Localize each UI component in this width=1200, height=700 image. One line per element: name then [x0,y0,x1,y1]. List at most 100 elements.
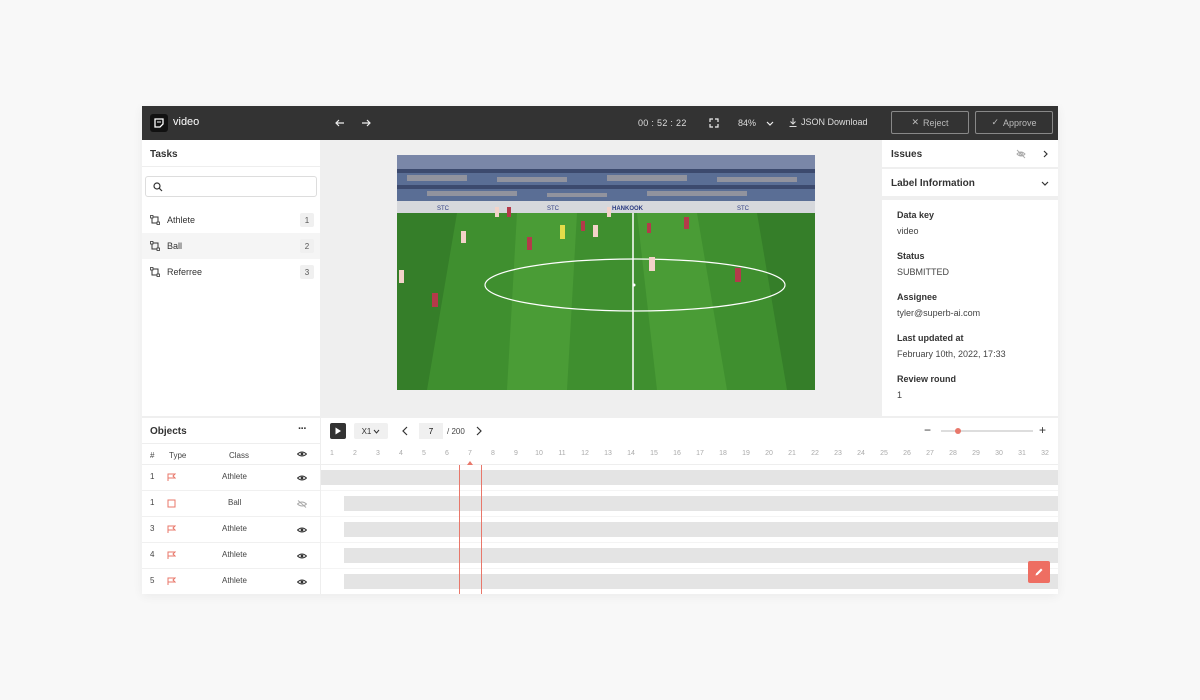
eye-icon[interactable] [297,578,307,586]
prev-arrow-icon[interactable] [333,116,347,130]
object-row[interactable]: 1 Ball [142,491,320,517]
issues-title: Issues [891,149,923,160]
label-info-header[interactable]: Label Information [882,169,1058,196]
frame-tick: 29 [972,450,980,457]
object-track[interactable] [321,569,1058,594]
task-search[interactable] [145,176,317,197]
video-frame[interactable]: STC STC HANKOOK STC [397,155,815,390]
chevron-right-icon[interactable] [1040,149,1050,159]
right-panel: Issues Label Information Data key video … [882,140,1058,416]
col-type[interactable]: Type [169,451,186,460]
time-display: 00 : 52 : 22 [638,118,687,128]
object-track[interactable] [321,543,1058,569]
objects-columns: # Type Class [142,444,320,465]
object-row[interactable]: 5 Athlete [142,569,320,594]
download-icon [789,117,797,127]
search-input[interactable] [166,179,311,194]
frame-input[interactable] [419,423,443,439]
col-class[interactable]: Class [229,451,249,460]
object-row[interactable]: 1 Athlete [142,465,320,491]
chevron-left-icon[interactable] [401,426,409,436]
field-key: Last updated at [897,333,964,343]
reject-label: Reject [923,117,949,128]
frame-tick: 16 [673,450,681,457]
svg-text:STC: STC [437,206,450,212]
eye-icon[interactable] [297,526,307,534]
close-icon: ✕ [911,117,920,127]
eye-off-icon[interactable] [1016,149,1026,159]
frame-tick: 5 [422,450,426,457]
frame-tick: 22 [811,450,819,457]
eye-icon[interactable] [297,552,307,560]
frame-tick: 2 [353,450,357,457]
frame-tick: 28 [949,450,957,457]
frame-tick: 15 [650,450,658,457]
svg-text:HANKOOK: HANKOOK [612,206,644,212]
eye-icon[interactable] [297,450,307,458]
zoom-slider-handle[interactable] [955,428,961,434]
zoom-out-icon[interactable]: − [924,423,931,437]
track-bar[interactable] [344,574,1058,589]
frame-tick: 1 [330,450,334,457]
approve-button[interactable]: ✓ Approve [975,111,1053,134]
top-bar: video 00 : 52 : 22 84% JSON Download ✕ R… [142,106,1058,140]
flag-icon [167,525,176,533]
speed-select[interactable]: X1 [354,423,388,439]
reject-button[interactable]: ✕ Reject [891,111,969,134]
eye-off-icon[interactable] [297,500,307,508]
chevron-down-icon[interactable] [764,117,776,129]
next-arrow-icon[interactable] [359,116,373,130]
bounding-box-icon [167,499,176,508]
object-track[interactable] [321,491,1058,517]
frame-tick: 4 [399,450,403,457]
more-icon[interactable]: ··· [298,423,307,435]
object-track[interactable] [321,465,1058,491]
field-value: 1 [897,390,903,400]
fullscreen-icon[interactable] [707,116,721,130]
play-icon [335,427,341,435]
bounding-box-icon [150,267,160,277]
field-key: Status [897,251,925,261]
chevron-right-icon[interactable] [475,426,483,436]
eye-icon[interactable] [297,474,307,482]
playhead-frame[interactable] [459,465,482,594]
field-key: Review round [897,374,957,384]
edit-button[interactable] [1028,561,1050,583]
task-label: Referree [167,267,203,277]
task-count: 2 [300,239,314,253]
task-item-ball[interactable]: Ball 2 [142,233,320,259]
chevron-down-icon[interactable] [1040,178,1050,188]
task-item-referree[interactable]: Referree 3 [142,259,320,285]
task-item-athlete[interactable]: Athlete 1 [142,207,320,233]
flag-icon [167,577,176,585]
issues-header[interactable]: Issues [882,140,1058,167]
speed-value: X1 [361,426,372,436]
json-download-button[interactable]: JSON Download [789,117,868,127]
frame-tick: 3 [376,450,380,457]
timeline-panel: X1 / 200 − + 123456789101112131415161718… [320,418,1058,594]
frame-tick: 27 [926,450,934,457]
play-button[interactable] [330,423,346,439]
field-value: video [897,226,919,236]
track-bar[interactable] [321,470,1058,485]
objects-title: Objects [150,426,187,437]
track-bar[interactable] [344,522,1058,537]
object-num: 1 [150,498,155,507]
track-bar[interactable] [344,496,1058,511]
page-title: video [173,116,200,128]
field-value: tyler@superb-ai.com [897,308,981,318]
zoom-in-icon[interactable]: + [1039,423,1046,437]
frame-total: / 200 [447,427,465,436]
field-key: Data key [897,210,935,220]
frame-ruler[interactable]: 1 2 3 4 5 6 7 8 9 10 11 12 13 14 15 16 17 18 19 20 21 22 23 24 2… [321,444,1058,465]
app-logo-icon[interactable] [150,114,168,132]
object-row[interactable]: 4 Athlete [142,543,320,569]
frame-tick: 10 [535,450,543,457]
object-track[interactable] [321,517,1058,543]
frame-tick: 20 [765,450,773,457]
check-icon: ✓ [991,117,999,127]
zoom-level: 84% [738,118,757,128]
track-bar[interactable] [344,548,1058,563]
object-row[interactable]: 3 Athlete [142,517,320,543]
frame-tick: 31 [1018,450,1026,457]
